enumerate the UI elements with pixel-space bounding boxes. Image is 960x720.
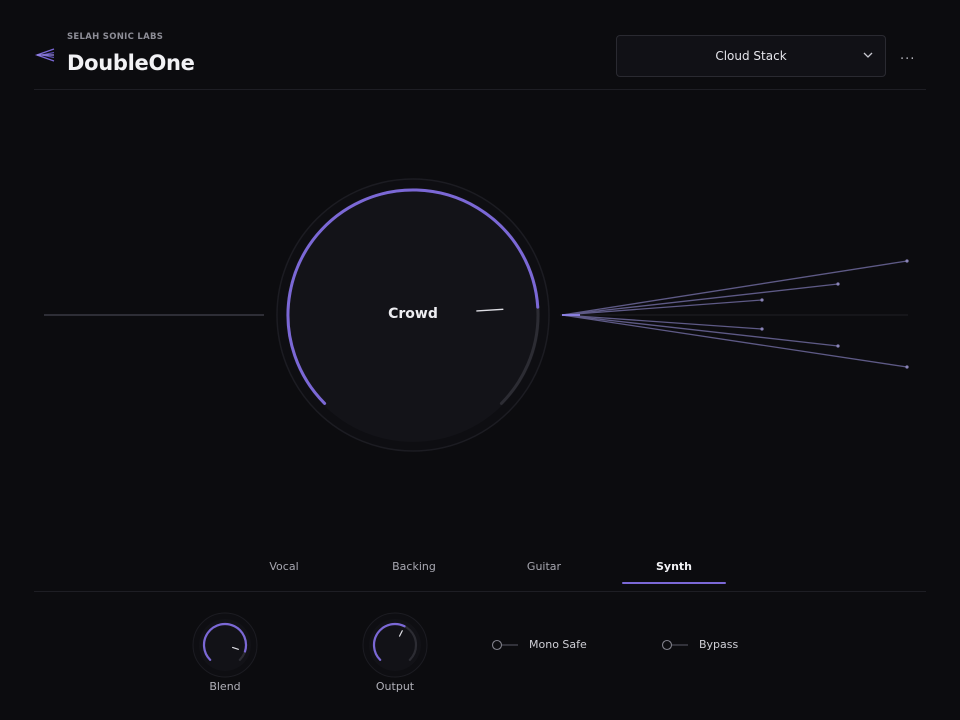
tab-backing[interactable]: Backing <box>362 560 466 584</box>
voice-dot <box>760 327 764 331</box>
tabs-divider <box>34 591 926 592</box>
voice-dot <box>905 259 909 263</box>
blend-knob[interactable] <box>192 612 258 678</box>
voice-dot <box>760 298 764 302</box>
tab-guitar[interactable]: Guitar <box>492 560 596 584</box>
active-tab-indicator <box>622 582 726 584</box>
voice-dot <box>836 344 840 348</box>
tab-synth[interactable]: Synth <box>622 560 726 584</box>
voice-lines <box>561 259 909 369</box>
voice-spread-visualizer <box>44 178 909 452</box>
toggle-switch-icon <box>661 639 688 651</box>
instrument-tabs: Vocal Backing Guitar Synth <box>0 555 960 585</box>
voice-line <box>561 314 763 330</box>
voice-line <box>561 299 763 316</box>
voice-line <box>561 314 908 368</box>
voice-dot <box>905 365 909 369</box>
crowd-knob-label: Crowd <box>388 306 438 322</box>
tab-vocal[interactable]: Vocal <box>232 560 336 584</box>
voice-line <box>561 314 839 347</box>
blend-label: Blend <box>209 680 241 693</box>
output-label: Output <box>375 680 415 693</box>
mono-safe-label: Mono Safe <box>529 638 587 651</box>
output-knob[interactable] <box>362 612 428 678</box>
voice-line <box>561 283 839 316</box>
toggle-switch-icon <box>491 639 518 651</box>
voice-dot <box>836 282 840 286</box>
voice-line <box>561 260 908 316</box>
bypass-label: Bypass <box>699 638 739 651</box>
